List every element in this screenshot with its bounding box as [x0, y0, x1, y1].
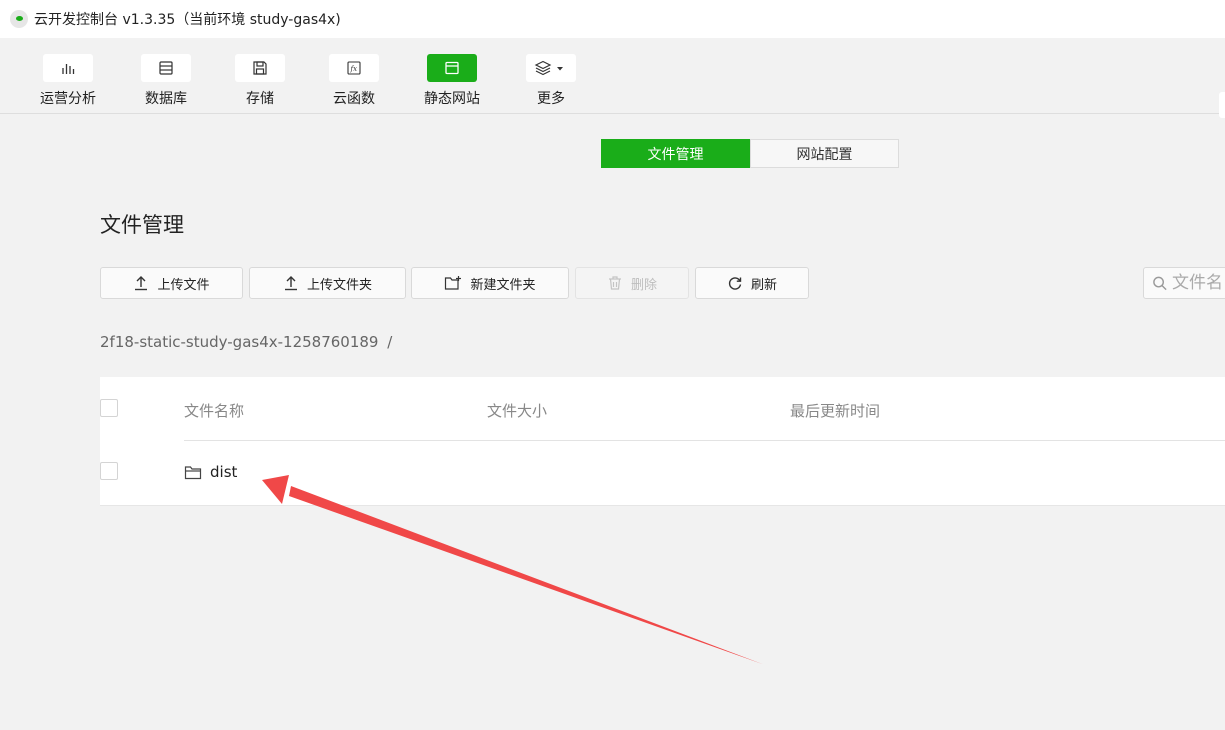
toolbar-item-label: 运营分析 [40, 91, 96, 107]
new-folder-label: 新建文件夹 [470, 277, 536, 293]
refresh-button[interactable]: 刷新 [695, 267, 809, 299]
file-table: 文件名称 文件大小 最后更新时间 dist [100, 377, 1225, 506]
column-header-size[interactable]: 文件大小 [487, 400, 547, 421]
toolbar-overflow-button[interactable] [1219, 92, 1225, 118]
toolbar-item-label: 存储 [246, 91, 274, 107]
delete-button[interactable]: 删除 [575, 267, 689, 299]
new-folder-button[interactable]: 新建文件夹 [411, 267, 569, 299]
toolbar-item-static-website[interactable]: 静态网站 [412, 54, 492, 108]
search-input[interactable] [1172, 273, 1225, 293]
upload-icon [284, 276, 297, 291]
tab-switcher: 文件管理 网站配置 [601, 139, 899, 168]
bar-chart-icon [43, 54, 93, 82]
file-name-cell[interactable]: dist [184, 463, 237, 481]
toolbar-item-label: 更多 [537, 91, 565, 107]
breadcrumb-separator: / [387, 333, 393, 351]
select-all-checkbox[interactable] [100, 399, 118, 417]
file-search-box[interactable] [1143, 267, 1225, 299]
toolbar-item-more[interactable]: 更多 [511, 54, 591, 108]
database-icon [141, 54, 191, 82]
toolbar-item-analytics[interactable]: 运营分析 [28, 54, 108, 108]
refresh-label: 刷新 [750, 277, 777, 293]
app-logo-icon [10, 10, 28, 28]
window-title: 云开发控制台 v1.3.35（当前环境 study-gas4x) [34, 12, 341, 28]
refresh-icon [728, 277, 742, 290]
toolbar-item-label: 静态网站 [424, 91, 480, 107]
storage-icon [235, 54, 285, 82]
layers-icon [526, 54, 576, 82]
delete-label: 删除 [630, 277, 657, 293]
function-icon: fx [329, 54, 379, 82]
upload-folder-button[interactable]: 上传文件夹 [249, 267, 406, 299]
breadcrumb-bucket[interactable]: 2f18-static-study-gas4x-1258760189 [100, 333, 378, 351]
trash-icon [608, 276, 621, 290]
upload-file-label: 上传文件 [157, 277, 210, 293]
column-header-name[interactable]: 文件名称 [184, 400, 244, 421]
column-header-updated[interactable]: 最后更新时间 [790, 400, 880, 421]
tab-file-manage[interactable]: 文件管理 [601, 139, 750, 168]
search-icon [1153, 276, 1167, 290]
toolbar-item-label: 云函数 [333, 91, 375, 107]
table-header: 文件名称 文件大小 最后更新时间 [100, 377, 1225, 441]
file-name[interactable]: dist [210, 463, 237, 481]
chevron-down-icon [557, 67, 563, 71]
breadcrumb: 2f18-static-study-gas4x-1258760189 / [100, 333, 392, 351]
upload-icon [135, 276, 148, 291]
title-bar: 云开发控制台 v1.3.35（当前环境 study-gas4x) [0, 0, 1225, 38]
toolbar-item-label: 数据库 [145, 91, 187, 107]
toolbar-item-cloud-function[interactable]: fx 云函数 [314, 54, 394, 108]
tab-site-config[interactable]: 网站配置 [750, 139, 899, 168]
upload-file-button[interactable]: 上传文件 [100, 267, 243, 299]
svg-text:fx: fx [350, 65, 358, 73]
upload-folder-label: 上传文件夹 [306, 277, 372, 293]
page-title: 文件管理 [100, 213, 184, 237]
website-icon [427, 54, 477, 82]
new-folder-icon [445, 276, 462, 290]
table-row[interactable]: dist [100, 441, 1225, 506]
toolbar-item-database[interactable]: 数据库 [126, 54, 206, 108]
row-checkbox[interactable] [100, 462, 118, 480]
toolbar-item-storage[interactable]: 存储 [220, 54, 300, 108]
folder-icon [184, 465, 202, 479]
main-toolbar: 运营分析 数据库 存储 fx 云函数 静态网站 更多 [0, 38, 1225, 118]
